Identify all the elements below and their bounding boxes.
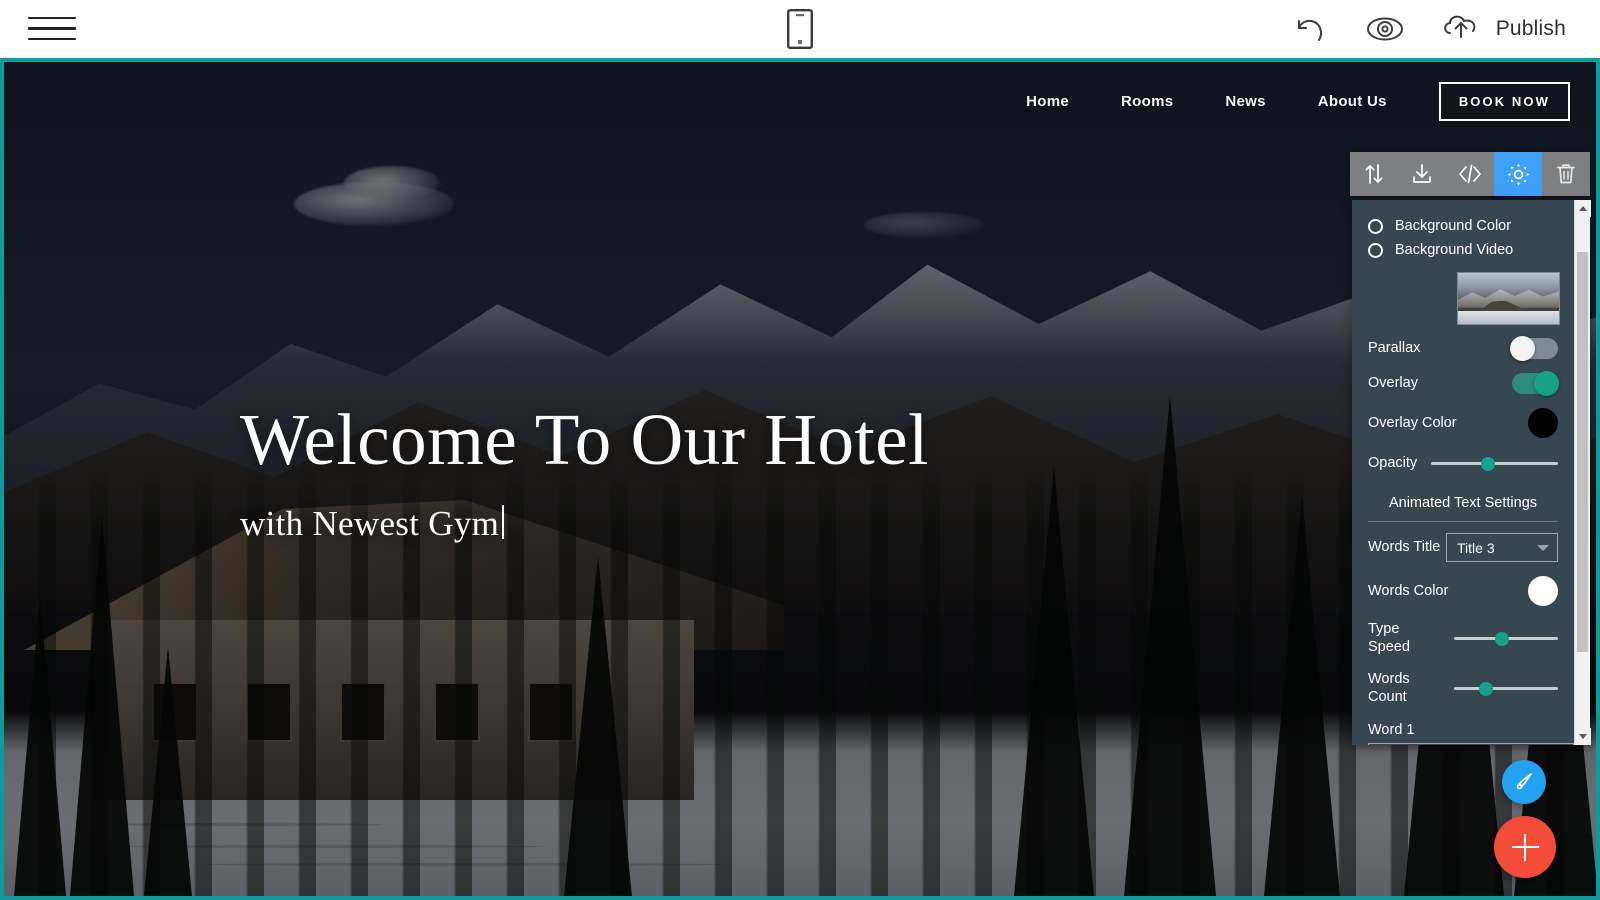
publish-label: Publish bbox=[1495, 16, 1566, 40]
mobile-device-icon[interactable] bbox=[778, 7, 822, 51]
words-count-row: Words Count bbox=[1352, 663, 1574, 713]
site-navigation: Home Rooms News About Us BOOK NOW bbox=[1000, 62, 1596, 140]
radio-unselected-icon bbox=[1368, 218, 1383, 234]
background-image-thumbnail[interactable] bbox=[1457, 272, 1560, 325]
move-block-icon[interactable] bbox=[1350, 152, 1398, 196]
hero-subtitle[interactable]: with Newest Gym bbox=[240, 504, 499, 544]
hamburger-line bbox=[28, 27, 76, 30]
words-title-label: Words Title bbox=[1368, 539, 1441, 556]
background-video-option[interactable]: Background Video bbox=[1352, 238, 1574, 262]
section-divider bbox=[1368, 521, 1558, 522]
app-bar: Publish bbox=[0, 0, 1600, 58]
add-block-fab[interactable] bbox=[1494, 816, 1556, 878]
hamburger-line bbox=[28, 16, 76, 20]
toggle-knob bbox=[1510, 335, 1535, 361]
background-color-option[interactable]: Background Color bbox=[1352, 214, 1574, 238]
slider-track bbox=[1454, 687, 1558, 691]
words-color-label: Words Color bbox=[1368, 582, 1449, 599]
type-speed-label: Type Speed bbox=[1368, 621, 1410, 656]
hero-subtitle-row: with Newest Gym bbox=[240, 501, 929, 544]
slider-knob[interactable] bbox=[1494, 631, 1509, 646]
opacity-slider[interactable] bbox=[1431, 452, 1558, 474]
nav-link-home[interactable]: Home bbox=[1000, 93, 1095, 110]
triangle-down-icon bbox=[1579, 734, 1587, 739]
background-video-label: Background Video bbox=[1395, 242, 1514, 258]
download-block-icon[interactable] bbox=[1398, 152, 1446, 196]
opacity-label: Opacity bbox=[1368, 454, 1418, 471]
hero-block[interactable]: Home Rooms News About Us BOOK NOW Welcom… bbox=[4, 62, 1596, 896]
hamburger-line bbox=[28, 37, 76, 41]
cloud-upload-icon bbox=[1440, 11, 1482, 46]
block-settings-icon[interactable] bbox=[1494, 152, 1542, 196]
block-settings-panel: Background Color Background Video Parall… bbox=[1352, 200, 1591, 745]
style-pen-fab[interactable] bbox=[1502, 760, 1546, 804]
slider-knob[interactable] bbox=[1481, 456, 1496, 471]
words-title-row: Words Title Title 3 bbox=[1352, 526, 1574, 569]
background-image-row bbox=[1352, 262, 1574, 331]
nav-link-about-us[interactable]: About Us bbox=[1292, 93, 1413, 110]
background-color-label: Background Color bbox=[1395, 218, 1512, 234]
scrollbar-thumb[interactable] bbox=[1577, 252, 1588, 652]
animated-text-settings-heading: Animated Text Settings bbox=[1388, 495, 1538, 511]
type-speed-slider[interactable] bbox=[1454, 627, 1558, 649]
parallax-row: Parallax bbox=[1352, 331, 1574, 366]
slider-knob[interactable] bbox=[1479, 681, 1494, 696]
settings-panel-scrollbar[interactable] bbox=[1574, 200, 1591, 745]
nav-link-news[interactable]: News bbox=[1199, 93, 1291, 110]
overlay-label: Overlay bbox=[1368, 375, 1418, 392]
chevron-down-icon bbox=[1537, 544, 1549, 551]
overlay-row: Overlay bbox=[1352, 366, 1574, 401]
hamburger-menu-icon[interactable] bbox=[28, 12, 76, 46]
word1-input[interactable] bbox=[1368, 742, 1574, 745]
edit-code-icon[interactable] bbox=[1446, 152, 1494, 196]
overlay-color-swatch[interactable] bbox=[1528, 408, 1558, 438]
delete-block-icon[interactable] bbox=[1542, 152, 1590, 196]
words-title-select[interactable]: Title 3 bbox=[1446, 533, 1558, 562]
undo-arrow-icon[interactable] bbox=[1288, 8, 1330, 50]
words-title-value: Title 3 bbox=[1457, 539, 1495, 556]
publish-button[interactable]: Publish bbox=[1440, 11, 1566, 46]
words-count-label: Words Count bbox=[1368, 671, 1410, 706]
settings-panel-body: Background Color Background Video Parall… bbox=[1352, 200, 1574, 745]
typing-caret bbox=[502, 504, 505, 539]
app-bar-actions: Publish bbox=[1288, 8, 1600, 50]
overlay-toggle[interactable] bbox=[1512, 370, 1559, 396]
eye-preview-icon[interactable] bbox=[1364, 8, 1406, 50]
book-now-button[interactable]: BOOK NOW bbox=[1438, 81, 1570, 121]
parallax-toggle[interactable] bbox=[1510, 335, 1558, 361]
scroll-down-arrow-icon[interactable] bbox=[1575, 728, 1591, 745]
word1-label: Word 1 bbox=[1368, 721, 1415, 738]
hero-text-group: Welcome To Our Hotel with Newest Gym bbox=[240, 401, 929, 544]
toggle-knob bbox=[1534, 370, 1559, 396]
editor-canvas: Home Rooms News About Us BOOK NOW Welcom… bbox=[0, 58, 1600, 900]
triangle-up-icon bbox=[1579, 206, 1587, 211]
words-color-swatch[interactable] bbox=[1528, 576, 1558, 606]
thumb-snow bbox=[1458, 310, 1559, 324]
opacity-row: Opacity bbox=[1352, 445, 1574, 481]
plus-icon-vertical bbox=[1523, 833, 1527, 861]
block-toolbar bbox=[1350, 152, 1590, 196]
hero-title[interactable]: Welcome To Our Hotel bbox=[240, 401, 929, 479]
parallax-label: Parallax bbox=[1368, 340, 1421, 357]
type-speed-row: Type Speed bbox=[1352, 613, 1574, 663]
scroll-up-arrow-icon[interactable] bbox=[1575, 200, 1591, 217]
overlay-color-label: Overlay Color bbox=[1368, 414, 1457, 431]
overlay-color-row: Overlay Color bbox=[1352, 401, 1574, 445]
nav-link-rooms[interactable]: Rooms bbox=[1095, 93, 1199, 110]
words-count-slider[interactable] bbox=[1454, 677, 1558, 699]
words-color-row: Words Color bbox=[1352, 569, 1574, 613]
radio-unselected-icon bbox=[1368, 242, 1383, 258]
